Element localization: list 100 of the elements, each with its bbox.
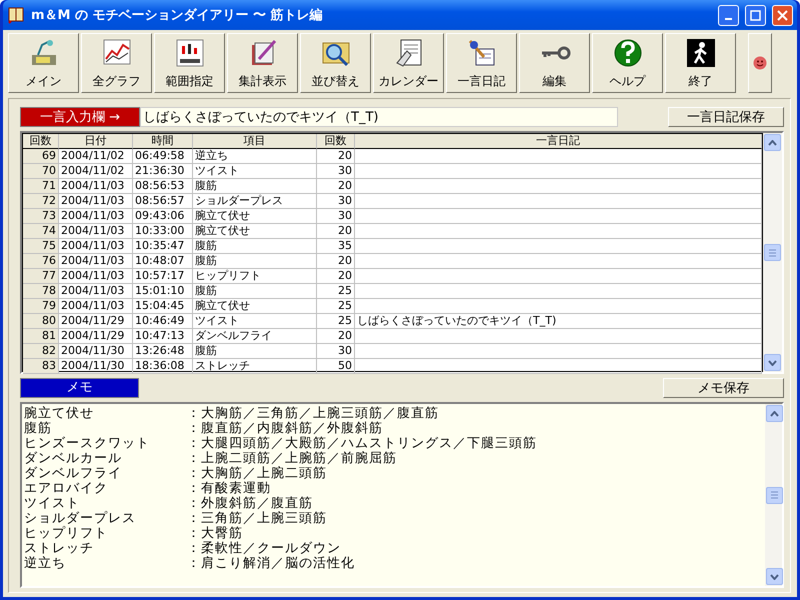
- table-cell: 腹筋: [193, 179, 317, 193]
- table-cell: 腕立て伏せ: [193, 209, 317, 223]
- memo-detail: ：三角筋／上腕三頭筋: [187, 511, 328, 526]
- row-header: 71: [23, 179, 59, 193]
- table-cell: 10:47:13: [133, 329, 193, 343]
- table-cell: 2004/11/02: [59, 164, 133, 178]
- memo-detail: ：柔軟性／クールダウン: [187, 541, 342, 556]
- table-cell: 腹筋: [193, 344, 317, 358]
- table-cell: 15:01:10: [133, 284, 193, 298]
- toolbar-button[interactable]: 集計表示: [227, 33, 298, 93]
- table-cell: 10:57:17: [133, 269, 193, 283]
- table-cell: 腹筋: [193, 284, 317, 298]
- minimize-icon: [725, 18, 732, 20]
- table-cell: 2004/11/29: [59, 329, 133, 343]
- memo-detail: ：大胸筋／三角筋／上腕三頭筋／腹直筋: [187, 406, 440, 421]
- memo-item: エアロバイク: [24, 481, 109, 496]
- minimize-button[interactable]: [718, 4, 739, 26]
- scroll-down-button[interactable]: [764, 354, 781, 371]
- table-cell: 30: [317, 164, 355, 178]
- table-cell: 09:43:06: [133, 209, 193, 223]
- column-header[interactable]: 回数: [317, 134, 355, 149]
- row-header: 74: [23, 224, 59, 238]
- toolbar-button[interactable]: メイン: [8, 33, 79, 93]
- table-cell: 30: [317, 209, 355, 223]
- memo-item: 逆立ち: [24, 556, 67, 571]
- toolbar-button[interactable]: 編集: [519, 33, 590, 93]
- memo-area[interactable]: [20, 402, 784, 588]
- table-cell: 50: [317, 359, 355, 373]
- row-header: 69: [23, 149, 59, 163]
- table-cell: 2004/11/03: [59, 224, 133, 238]
- table-cell: 20: [317, 269, 355, 283]
- scroll-up-button[interactable]: [766, 405, 783, 422]
- memo-scrollbar[interactable]: [765, 404, 782, 586]
- column-header[interactable]: 日付: [59, 134, 133, 149]
- toolbar-button[interactable]: 並び替え: [300, 33, 371, 93]
- scrollbar[interactable]: [763, 133, 782, 372]
- diary-input-field[interactable]: しばらくさぼっていたのでキツイ（T_T): [140, 107, 618, 127]
- row-header: 77: [23, 269, 59, 283]
- table-cell: 20: [317, 329, 355, 343]
- scroll-up-button[interactable]: [764, 134, 781, 151]
- memo-item: ダンベルフライ: [24, 466, 123, 481]
- memo-detail: ：肩こり解消／脳の活性化: [187, 556, 356, 571]
- memo-item: ダンベルカール: [24, 451, 123, 466]
- memo-item: ヒンズースクワット: [24, 436, 151, 451]
- table-cell: 20: [317, 254, 355, 268]
- table-cell: 10:46:49: [133, 314, 193, 328]
- table-cell: ストレッチ: [193, 359, 317, 373]
- close-button[interactable]: [772, 4, 793, 26]
- table-cell: 08:56:57: [133, 194, 193, 208]
- close-icon: [777, 10, 788, 20]
- input-label: 一言入力欄 →: [20, 107, 140, 127]
- column-header[interactable]: 項目: [193, 134, 317, 149]
- table-cell: 2004/11/03: [59, 299, 133, 313]
- table-cell: 2004/11/30: [59, 359, 133, 373]
- scroll-thumb[interactable]: [766, 486, 783, 504]
- toolbar-icon: [612, 37, 644, 69]
- toolbar-button[interactable]: 終了: [665, 33, 736, 93]
- table-cell: 13:26:48: [133, 344, 193, 358]
- toolbar-icon: [684, 37, 716, 69]
- memo-save-button[interactable]: メモ保存: [663, 378, 784, 398]
- table-cell: 25: [317, 314, 355, 328]
- memo-item: 腕立て伏せ: [24, 406, 95, 421]
- scroll-thumb[interactable]: [764, 244, 781, 261]
- memo-detail: ：腹直筋／内腹斜筋／外腹斜筋: [187, 421, 384, 436]
- table-cell: 08:56:53: [133, 179, 193, 193]
- row-header: 75: [23, 239, 59, 253]
- toolbar-button[interactable]: 一言日記: [446, 33, 517, 93]
- table-cell: ツイスト: [193, 164, 317, 178]
- memo-item: ヒップリフト: [24, 526, 109, 541]
- smiley-icon: [753, 56, 767, 70]
- table-cell: 10:35:47: [133, 239, 193, 253]
- toolbar-button[interactable]: カレンダー: [373, 33, 444, 93]
- table-cell: ヒップリフト: [193, 269, 317, 283]
- column-header[interactable]: 回数: [23, 134, 59, 149]
- table-cell: 2004/11/03: [59, 209, 133, 223]
- table-cell: 06:49:58: [133, 149, 193, 163]
- table-cell: 10:48:07: [133, 254, 193, 268]
- toolbar-button[interactable]: 範囲指定: [154, 33, 225, 93]
- table-cell: 腹筋: [193, 254, 317, 268]
- app-icon: [7, 6, 25, 24]
- memo-item: ツイスト: [24, 496, 81, 511]
- column-header[interactable]: 一言日記: [355, 134, 762, 149]
- row-header: 82: [23, 344, 59, 358]
- table-cell: 2004/11/03: [59, 239, 133, 253]
- table-cell: 2004/11/03: [59, 194, 133, 208]
- table-cell: 35: [317, 239, 355, 253]
- table-cell: 20: [317, 179, 355, 193]
- column-header[interactable]: 時間: [133, 134, 193, 149]
- table-cell: 2004/11/03: [59, 179, 133, 193]
- status-button[interactable]: [748, 33, 772, 93]
- memo-detail: ：大胸筋／上腕二頭筋: [187, 466, 328, 481]
- row-header: 79: [23, 299, 59, 313]
- scroll-down-button[interactable]: [766, 568, 783, 585]
- diary-save-button[interactable]: 一言日記保存: [668, 107, 784, 127]
- table-cell: 2004/11/02: [59, 149, 133, 163]
- toolbar-button[interactable]: 全グラフ: [81, 33, 152, 93]
- toolbar-button[interactable]: ヘルプ: [592, 33, 663, 93]
- maximize-button[interactable]: [745, 4, 766, 26]
- row-header: 83: [23, 359, 59, 373]
- row-header: 72: [23, 194, 59, 208]
